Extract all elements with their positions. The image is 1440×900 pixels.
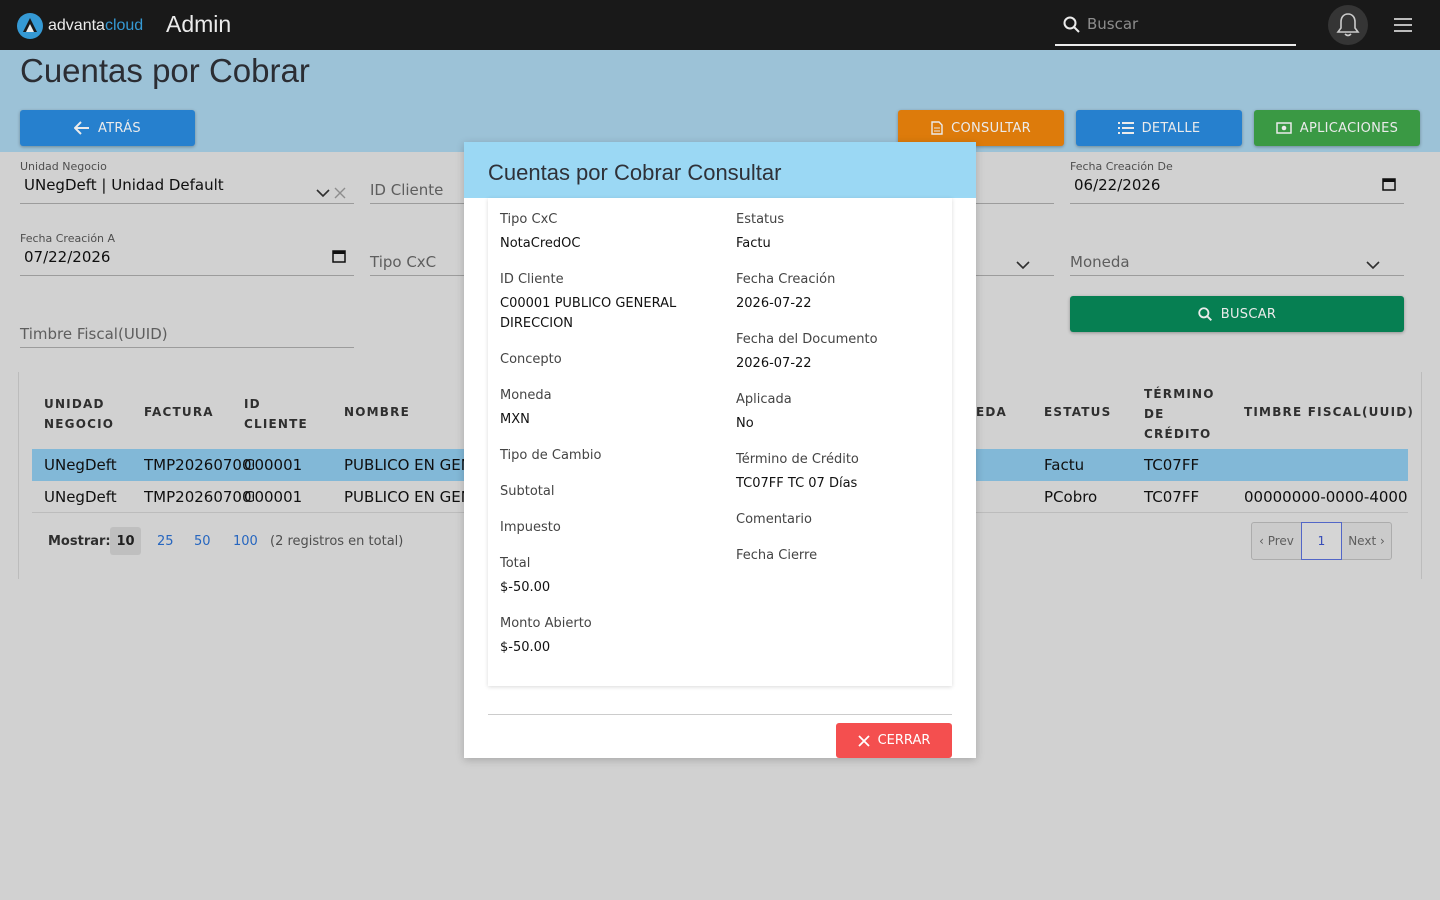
detail-value: 2026-07-22 [736,296,812,311]
modal-header: Cuentas por Cobrar Consultar [464,142,976,198]
detail-label: Impuesto [500,520,561,535]
modal-details-card: Tipo CxC NotaCredOC ID Cliente C00001 PU… [488,198,952,686]
detail-value: MXN [500,412,530,427]
detail-label: Comentario [736,512,812,527]
detail-label: Subtotal [500,484,555,499]
detail-value: Factu [736,236,771,251]
detail-value: TC07FF TC 07 Días [736,476,858,491]
detail-value: DIRECCION [500,316,574,331]
close-button[interactable]: CERRAR [836,723,952,758]
detail-value: 2026-07-22 [736,356,812,371]
detail-label: Tipo de Cambio [500,448,602,463]
close-icon [857,734,870,747]
detail-label: Moneda [500,388,552,403]
detail-label: Estatus [736,212,785,227]
detail-value: $-50.00 [500,640,551,655]
modal-title: Cuentas por Cobrar Consultar [488,160,782,185]
detail-value: No [736,416,754,431]
detail-label: Fecha del Documento [736,332,878,347]
detail-label: Aplicada [736,392,792,407]
detail-value: $-50.00 [500,580,551,595]
detail-label: Monto Abierto [500,616,592,631]
detail-label: Fecha Cierre [736,548,818,563]
detail-label: Total [500,556,531,571]
close-button-label: CERRAR [877,733,931,748]
detail-value: C00001 PUBLICO GENERAL [500,296,677,311]
consultar-modal: Cuentas por Cobrar Consultar Tipo CxC No… [464,142,976,758]
detail-label: Concepto [500,352,562,367]
detail-value: NotaCredOC [500,236,581,251]
detail-label: Fecha Creación [736,272,836,287]
modal-divider [488,714,952,715]
detail-label: Tipo CxC [500,212,558,227]
detail-label: Término de Crédito [736,452,859,467]
detail-label: ID Cliente [500,272,564,287]
